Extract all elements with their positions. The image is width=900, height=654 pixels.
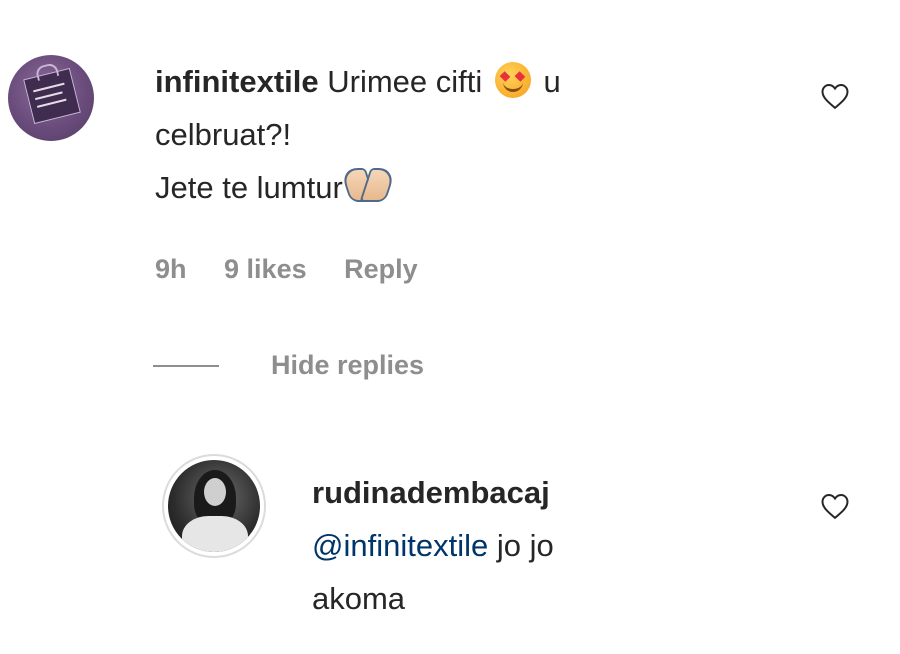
smiling-face-with-hearts-icon bbox=[494, 62, 531, 98]
comment-time: 9h bbox=[155, 254, 187, 284]
reply-mention-link[interactable]: @infinitextile bbox=[312, 528, 488, 563]
comment-meta: 9h 9 likes Reply bbox=[155, 254, 448, 285]
folded-hands-icon bbox=[343, 166, 393, 202]
comment-text-line2: celbruat?! bbox=[155, 117, 292, 152]
shopping-bag-logo-icon bbox=[23, 67, 81, 125]
comment-body: infinitextile Urimee cifti u celbruat?! … bbox=[155, 55, 755, 214]
hide-replies-button[interactable]: Hide replies bbox=[153, 350, 424, 381]
comment-likes-link[interactable]: 9 likes bbox=[224, 254, 307, 284]
avatar-infinitextile[interactable] bbox=[8, 55, 94, 141]
comment-text-line3: Jete te lumtur bbox=[155, 170, 343, 205]
reply-text: jo jo bbox=[496, 528, 554, 563]
like-heart-icon[interactable] bbox=[820, 492, 850, 520]
profile-photo bbox=[168, 460, 260, 552]
reply-username[interactable]: rudinadembacaj bbox=[312, 475, 550, 510]
avatar-rudinadembacaj[interactable] bbox=[162, 454, 266, 558]
divider-line bbox=[153, 364, 219, 367]
comment-username[interactable]: infinitextile bbox=[155, 64, 319, 99]
like-heart-icon[interactable] bbox=[820, 82, 850, 110]
reply-body: rudinadembacaj @infinitextile jo jo akom… bbox=[312, 466, 792, 625]
reply-button[interactable]: Reply bbox=[344, 254, 418, 284]
comment-thread: infinitextile Urimee cifti u celbruat?! … bbox=[0, 0, 900, 654]
reply-text-line2: akoma bbox=[312, 581, 406, 616]
comment-text: Urimee cifti bbox=[327, 64, 483, 99]
hide-replies-label: Hide replies bbox=[271, 350, 425, 380]
comment-text-continued: u bbox=[543, 64, 561, 99]
